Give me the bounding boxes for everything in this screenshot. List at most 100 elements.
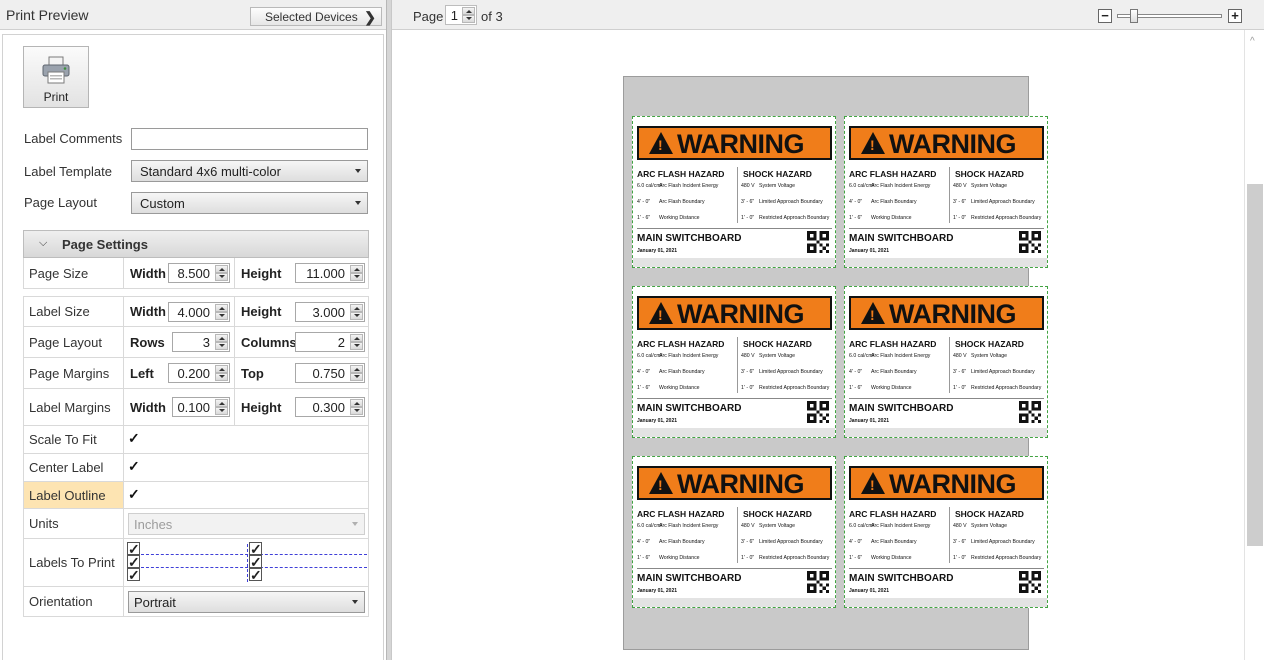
date-text: January 01, 2021 xyxy=(637,248,678,254)
arc-row-value: 4' - 0" xyxy=(849,369,863,375)
shock-row-desc: Restricted Approach Boundary xyxy=(759,215,830,221)
arc-flash-heading: ARC FLASH HAZARD xyxy=(849,339,937,349)
zoom-out-button[interactable]: − xyxy=(1098,9,1112,23)
print-button-label: Print xyxy=(43,90,69,105)
page-number-value: 1 xyxy=(450,8,458,23)
label-footer-band xyxy=(845,428,1047,437)
page-height-spinner[interactable] xyxy=(350,265,363,281)
shock-row-value: 3' - 6" xyxy=(953,199,967,205)
warning-text: WARNING xyxy=(889,469,1017,499)
units-row: Units Inches xyxy=(23,509,369,539)
left-margin-input[interactable]: 0.200 xyxy=(168,363,230,383)
label-template-label: Label Template xyxy=(24,164,112,179)
arc-row-value: 4' - 0" xyxy=(849,539,863,545)
warning-text: WARNING xyxy=(889,129,1017,159)
label-size-label: Label Size xyxy=(24,297,124,326)
label-outline-row: Label Outline ✓ xyxy=(23,482,369,509)
warning-banner: ! WARNING xyxy=(849,296,1044,330)
arc-row-desc: Arc Flash Boundary xyxy=(659,539,705,545)
label-width-spinner[interactable] xyxy=(215,304,228,320)
label-divider xyxy=(849,228,1044,229)
label-margin-height-input[interactable]: 0.300 xyxy=(295,397,365,417)
arc-row-value: 1' - 6" xyxy=(637,555,651,561)
scrollbar-thumb[interactable] xyxy=(1247,184,1263,546)
center-label-row: Center Label ✓ xyxy=(23,454,369,482)
label-print-checkbox[interactable]: ✓ xyxy=(127,568,140,582)
page-number-input[interactable]: 1 xyxy=(445,5,477,25)
center-label-checkbox[interactable]: ✓ xyxy=(128,459,140,473)
page-settings-title: Page Settings xyxy=(62,237,148,252)
label-preview: ! WARNING ARC FLASH HAZARD SHOCK HAZARD … xyxy=(844,286,1048,438)
shock-row-value: 480 V xyxy=(741,523,755,529)
label-height-input[interactable]: 3.000 xyxy=(295,302,365,322)
units-select[interactable]: Inches xyxy=(128,513,365,535)
arc-row-value: 1' - 6" xyxy=(637,385,651,391)
label-template-select[interactable]: Standard 4x6 multi-color xyxy=(131,160,368,182)
top-margin-spinner[interactable] xyxy=(350,365,363,381)
shock-row-desc: System Voltage xyxy=(759,353,796,359)
page-width-spinner[interactable] xyxy=(215,265,228,281)
orientation-label: Orientation xyxy=(24,587,124,616)
shock-row-value: 1' - 0" xyxy=(741,555,755,561)
arc-flash-heading: ARC FLASH HAZARD xyxy=(849,509,937,519)
rows-input[interactable]: 3 xyxy=(172,332,230,352)
left-margin-spinner[interactable] xyxy=(215,365,228,381)
label-template-value: Standard 4x6 multi-color xyxy=(140,164,281,179)
selected-devices-label: Selected Devices xyxy=(265,10,358,24)
label-margin-width-spinner[interactable] xyxy=(215,399,228,415)
shock-row-desc: Limited Approach Boundary xyxy=(759,369,823,375)
arc-row-desc: Arc Flash Boundary xyxy=(659,369,705,375)
page-settings-header[interactable]: ⌵ Page Settings xyxy=(23,230,369,258)
shock-row-desc: System Voltage xyxy=(971,353,1008,359)
page-number-spinner[interactable] xyxy=(462,7,475,23)
scale-to-fit-checkbox[interactable]: ✓ xyxy=(128,431,140,445)
label-margin-width-input[interactable]: 0.100 xyxy=(172,397,230,417)
exclamation-icon: ! xyxy=(870,307,875,323)
label-margin-width-value: 0.100 xyxy=(177,400,210,415)
arc-flash-heading: ARC FLASH HAZARD xyxy=(637,339,725,349)
page-height-pair: Height xyxy=(241,258,281,288)
label-height-spinner[interactable] xyxy=(350,304,363,320)
label-footer-band xyxy=(845,258,1047,267)
orientation-value: Portrait xyxy=(134,595,176,610)
hazard-divider xyxy=(737,507,738,563)
orientation-select[interactable]: Portrait xyxy=(128,591,365,613)
print-button[interactable]: Print xyxy=(23,46,89,108)
page-width-input[interactable]: 8.500 xyxy=(168,263,230,283)
label-margin-height-spinner[interactable] xyxy=(350,399,363,415)
label-print-checkbox[interactable]: ✓ xyxy=(249,568,262,582)
labels-to-print-label: Labels To Print xyxy=(24,539,124,586)
zoom-in-button[interactable]: + xyxy=(1228,9,1242,23)
label-width-input[interactable]: 4.000 xyxy=(168,302,230,322)
page-label: Page xyxy=(413,9,444,24)
label-width-value: 4.000 xyxy=(177,305,210,320)
cell-divider xyxy=(234,327,235,357)
columns-spinner[interactable] xyxy=(350,334,363,350)
arc-row-value: 1' - 6" xyxy=(637,215,651,221)
arc-row-desc: Working Distance xyxy=(659,385,700,391)
vertical-scrollbar[interactable]: ^ xyxy=(1244,30,1264,660)
top-margin-input[interactable]: 0.750 xyxy=(295,363,365,383)
label-divider xyxy=(637,568,832,569)
page-layout-select[interactable]: Custom xyxy=(131,192,368,214)
warning-banner: ! WARNING xyxy=(637,466,832,500)
arc-row-desc: Arc Flash Boundary xyxy=(871,199,917,205)
shock-row-desc: Limited Approach Boundary xyxy=(971,539,1035,545)
units-value: Inches xyxy=(134,517,173,532)
arc-flash-heading: ARC FLASH HAZARD xyxy=(637,169,725,179)
label-outline-checkbox[interactable]: ✓ xyxy=(128,487,140,501)
shock-heading: SHOCK HAZARD xyxy=(743,509,812,519)
rows-spinner[interactable] xyxy=(215,334,228,350)
shock-row-desc: System Voltage xyxy=(759,523,796,529)
label-comments-input[interactable] xyxy=(131,128,368,150)
top-margin-pair: Top xyxy=(241,358,264,388)
scroll-up-icon[interactable]: ^ xyxy=(1250,36,1255,47)
page-width-label: Width xyxy=(130,265,166,281)
columns-input[interactable]: 2 xyxy=(295,332,365,352)
zoom-slider-thumb[interactable] xyxy=(1130,9,1138,23)
orientation-row: Orientation Portrait xyxy=(23,587,369,617)
selected-devices-button[interactable]: Selected Devices ❯ xyxy=(250,7,382,26)
shock-heading: SHOCK HAZARD xyxy=(743,339,812,349)
page-height-input[interactable]: 11.000 xyxy=(295,263,365,283)
label-margin-height-label: Height xyxy=(241,399,282,415)
